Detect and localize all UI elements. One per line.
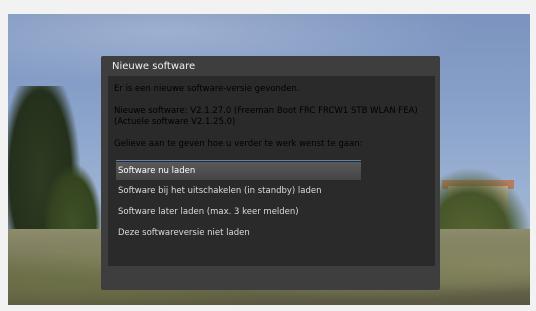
dialog-message: Er is een nieuwe software-versie gevonde…: [114, 84, 300, 94]
option-load-on-standby[interactable]: Software bij het uitschakelen (in standb…: [116, 182, 361, 200]
new-software-info: Nieuwe software: V2.1.27.0 (Freeman Boot…: [114, 106, 418, 116]
options-separator: [116, 160, 361, 161]
option-do-not-load[interactable]: Deze softwareversie niet laden: [116, 224, 361, 242]
dialog-prompt: Gelieve aan te geven hoe u verder te wer…: [114, 139, 363, 149]
current-software-info: (Actuele software V2.1.25.0): [114, 117, 236, 127]
option-load-now[interactable]: Software nu laden: [116, 162, 361, 180]
dialog-title: Nieuwe software: [112, 61, 196, 72]
option-load-later[interactable]: Software later laden (max. 3 keer melden…: [116, 203, 361, 221]
